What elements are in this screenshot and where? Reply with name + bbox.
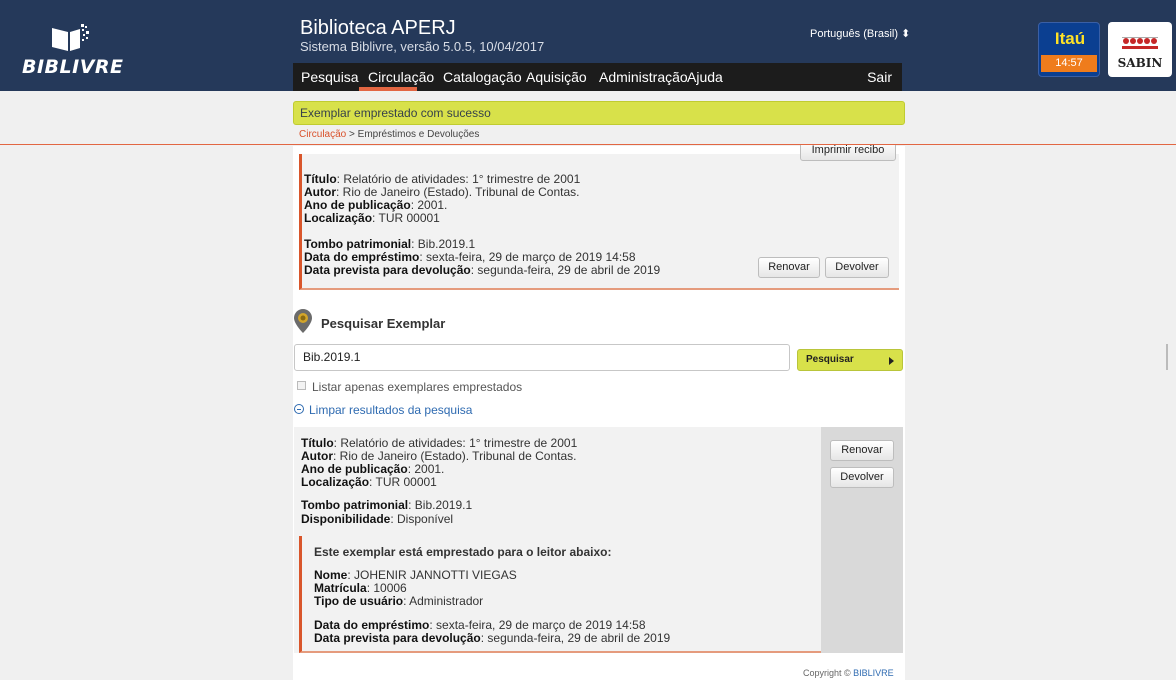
reader-name: Nome: JOHENIR JANNOTTI VIEGAS — [314, 568, 517, 582]
loan-card: Imprimir recibo Título: Relatório de ati… — [299, 140, 899, 290]
nav-catalogacao[interactable]: Catalogação — [443, 69, 522, 85]
nav-pesquisa[interactable]: Pesquisa — [301, 69, 359, 85]
reader-heading: Este exemplar está emprestado para o lei… — [314, 545, 612, 559]
itau-name: Itaú — [1054, 29, 1086, 48]
loan-tombo: Tombo patrimonial: Bib.2019.1 — [304, 237, 476, 251]
breadcrumb-separator: > — [346, 129, 358, 140]
session-time: 14:57 — [1041, 55, 1097, 72]
language-select[interactable]: Português (Brasil) ⬍ — [810, 27, 910, 40]
minus-circle-icon — [294, 404, 304, 414]
result-renew-button[interactable]: Renovar — [830, 440, 894, 461]
footer-copyright: Copyright © BIBLIVRE — [803, 668, 894, 678]
renew-button[interactable]: Renovar — [758, 257, 820, 278]
result-return-button[interactable]: Devolver — [830, 467, 894, 488]
reader-due-date: Data prevista para devolução: segunda-fe… — [314, 631, 671, 645]
reader-id: Matrícula: 10006 — [314, 581, 407, 595]
sabin-name: SABIN — [1117, 56, 1163, 70]
app-version: Sistema Biblivre, versão 5.0.5, 10/04/20… — [300, 39, 545, 54]
sabin-badge: SABIN — [1108, 22, 1172, 77]
app-header: BIBLIVRE Biblioteca APERJ Sistema Bibliv… — [0, 0, 1176, 91]
breadcrumb-link-circulacao[interactable]: Circulação — [299, 129, 346, 140]
map-pin-icon — [294, 309, 312, 333]
nav-administracao[interactable]: Administração — [599, 69, 688, 85]
result-author: Autor: Rio de Janeiro (Estado). Tribunal… — [301, 449, 577, 463]
nav-circulacao[interactable]: Circulação — [368, 69, 434, 85]
loan-author: Autor: Rio de Janeiro (Estado). Tribunal… — [304, 185, 580, 199]
scrollbar-thumb[interactable] — [1166, 344, 1168, 370]
return-button[interactable]: Devolver — [825, 257, 889, 278]
search-title: Pesquisar Exemplar — [321, 316, 446, 331]
biblivre-logo[interactable]: BIBLIVRE — [22, 18, 124, 78]
loan-due-date: Data prevista para devolução: segunda-fe… — [304, 263, 661, 277]
result-year: Ano de publicação: 2001. — [301, 462, 445, 476]
search-button-label: Pesquisar — [806, 354, 854, 365]
only-loaned-checkbox[interactable] — [297, 381, 306, 390]
itau-badge: Itaú 14:57 — [1038, 22, 1100, 77]
breadcrumb: Circulação > Empréstimos e Devoluções — [299, 129, 479, 140]
result-actions-panel: Renovar Devolver — [821, 427, 903, 653]
result-tombo: Tombo patrimonial: Bib.2019.1 — [301, 498, 473, 512]
result-location: Localização: TUR 00001 — [301, 475, 437, 489]
main-nav: Pesquisa Circulação Catalogação Aquisiçã… — [293, 63, 902, 91]
result-availability: Disponibilidade: Disponível — [301, 512, 454, 526]
reader-type: Tipo de usuário: Administrador — [314, 594, 484, 608]
success-message: Exemplar emprestado com sucesso — [293, 101, 905, 125]
loan-location: Localização: TUR 00001 — [304, 211, 440, 225]
loan-year: Ano de publicação: 2001. — [304, 198, 448, 212]
biblivre-link[interactable]: BIBLIVRE — [853, 668, 894, 678]
play-arrow-icon — [889, 357, 894, 365]
copyright-text: Copyright © — [803, 668, 854, 678]
search-input[interactable]: Bib.2019.1 — [294, 344, 790, 371]
app-title: Biblioteca APERJ — [300, 17, 456, 39]
clear-results-label: Limpar resultados da pesquisa — [309, 403, 473, 417]
reader-loan-date: Data do empréstimo: sexta-feira, 29 de m… — [314, 618, 646, 632]
loan-title: Título: Relatório de atividades: 1° trim… — [304, 172, 581, 186]
breadcrumb-current: Empréstimos e Devoluções — [357, 129, 480, 140]
logo-text: BIBLIVRE — [22, 56, 124, 78]
reader-box: Este exemplar está emprestado para o lei… — [299, 536, 821, 653]
result-title: Título: Relatório de atividades: 1° trim… — [301, 436, 578, 450]
search-button[interactable]: Pesquisar — [797, 349, 903, 371]
loan-date: Data do empréstimo: sexta-feira, 29 de m… — [304, 250, 636, 264]
sabin-logo-icon — [1122, 37, 1158, 49]
logout-link[interactable]: Sair — [867, 69, 892, 85]
only-loaned-label: Listar apenas exemplares emprestados — [312, 380, 523, 394]
book-icon — [52, 24, 89, 51]
nav-aquisicao[interactable]: Aquisição — [526, 69, 587, 85]
nav-ajuda[interactable]: Ajuda — [687, 69, 723, 85]
